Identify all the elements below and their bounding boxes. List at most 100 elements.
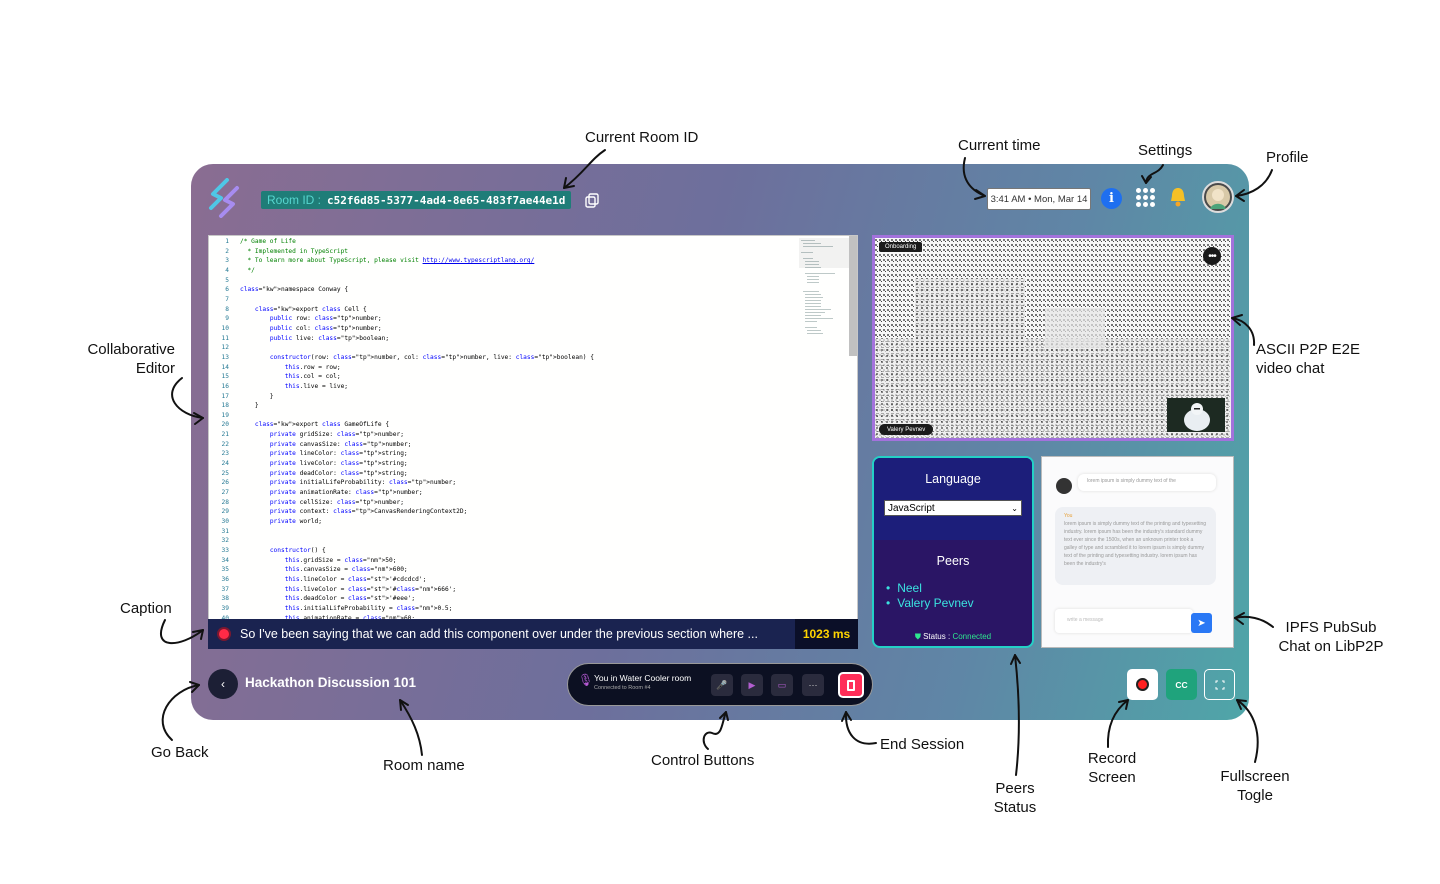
line-number: 16: [221, 382, 229, 390]
line-number: 8: [225, 305, 229, 313]
control-room-title: You in Water Cooler room: [594, 673, 692, 683]
code-line: constructor() {: [269, 547, 326, 554]
annotation-fullscreen-line2: Togle: [1237, 787, 1273, 804]
line-number: 31: [221, 527, 229, 535]
code-line: * Implemented in TypeScript: [240, 247, 349, 255]
send-icon[interactable]: ➤: [1191, 613, 1212, 633]
video-tag-top: Onboarding: [879, 242, 923, 252]
screen-share-icon[interactable]: ▭: [771, 674, 793, 696]
line-number: 11: [221, 334, 229, 342]
line-number: 15: [221, 373, 229, 381]
code-line: this.live = live;: [284, 382, 349, 390]
line-number-gutter: 1 2 3 4 5 6 7 8 9 10 11 12 13 14 15 16 17 18 19 20 21 22 23 24 2…: [209, 236, 229, 619]
annotation-settings: Settings: [1138, 142, 1193, 159]
peer-item: Valery Pevnev: [886, 596, 1032, 611]
line-number: 7: [225, 295, 229, 303]
chat-message-text: lorem ipsum is simply dummy text of the …: [1064, 521, 1207, 567]
connection-status: ⛊ Status : Connected: [874, 632, 1032, 642]
code-line: this.col = col;: [284, 373, 341, 381]
annotation-caption: Caption: [120, 600, 172, 617]
line-number: 27: [221, 489, 229, 497]
camera-toggle-icon[interactable]: ▶: [741, 674, 763, 696]
video-pip-thumbnail: [1167, 398, 1225, 432]
ascii-video-chat[interactable]: Onboarding ••• Valery Pevnev: [872, 235, 1234, 441]
chevron-down-icon: ⌄: [1011, 503, 1018, 513]
profile-avatar[interactable]: [1202, 181, 1234, 213]
live-caption-bar: So I've been saying that we can add this…: [208, 619, 858, 649]
code-line: private context: class="tp">CanvasRender…: [269, 508, 468, 516]
collaborative-editor[interactable]: 1 2 3 4 5 6 7 8 9 10 11 12 13 14 15 16 17 18 19 20 21 22 23 24 2…: [208, 235, 858, 620]
settings-grid-icon[interactable]: [1136, 188, 1155, 207]
line-number: 14: [221, 363, 229, 371]
annotation-fullscreen-line1: Fullscreen: [1220, 768, 1290, 785]
line-number: 2: [225, 247, 229, 255]
peers-heading: Peers: [936, 554, 970, 568]
control-room-subtitle: Connected to Room #4: [594, 685, 651, 691]
editor-scrollbar[interactable]: [849, 236, 857, 356]
line-number: 19: [221, 411, 229, 419]
record-screen-button[interactable]: [1127, 669, 1158, 700]
code-line: * To learn more about TypeScript, please…: [240, 257, 535, 265]
annotation-peers-status: Peers Status: [985, 779, 1045, 817]
code-line: this.row = row;: [284, 363, 341, 371]
annotation-record-screen: Record Screen: [1082, 749, 1142, 787]
line-number: 35: [221, 566, 229, 574]
fullscreen-toggle-button[interactable]: [1204, 669, 1235, 700]
go-back-button[interactable]: ‹: [208, 669, 238, 699]
line-number: 26: [221, 479, 229, 487]
code-line: this.liveColor = class="st">'#class="nm"…: [284, 585, 457, 593]
copy-icon[interactable]: [585, 193, 599, 208]
language-heading: Language: [925, 472, 981, 486]
record-icon: [1136, 678, 1149, 691]
annotation-ascii-line1: ASCII P2P E2E: [1256, 341, 1360, 358]
caption-text: So I've been saying that we can add this…: [240, 627, 758, 641]
line-number: 6: [225, 286, 229, 294]
line-number: 4: [225, 266, 229, 274]
annotation-control-buttons: Control Buttons: [651, 752, 755, 769]
line-number: 12: [221, 344, 229, 352]
code-line: private animationRate: class="tp">number…: [269, 489, 423, 497]
code-area[interactable]: /* Game of Life * Implemented in TypeScr…: [240, 236, 800, 619]
line-number: 20: [221, 421, 229, 429]
muted-mic-icon: 🎙: [578, 673, 594, 687]
code-line: private cellSize: class="tp">number;: [269, 498, 404, 506]
line-number: 10: [221, 324, 229, 332]
exit-icon: [847, 680, 855, 691]
bell-icon[interactable]: [1168, 186, 1188, 208]
annotation-ipfs-line2: Chat on LibP2P: [1278, 638, 1384, 655]
video-more-icon[interactable]: •••: [1203, 247, 1221, 265]
chat-avatar: [1056, 478, 1072, 494]
code-line: private liveColor: class="tp">string;: [269, 460, 408, 468]
line-number: 5: [225, 276, 229, 284]
code-line: class="kw">export class GameOfLife {: [254, 421, 390, 429]
annotation-record-line2: Screen: [1088, 769, 1136, 786]
more-options-icon[interactable]: ⋯: [802, 674, 824, 696]
editor-minimap[interactable]: [799, 238, 849, 338]
annotation-ipfs-chat: IPFS PubSub Chat on LibP2P: [1272, 618, 1390, 656]
code-line: /* Game of Life: [240, 238, 296, 245]
chat-message-incoming: lorem ipsum is simply dummy text of the: [1078, 474, 1216, 491]
end-session-button[interactable]: [838, 672, 864, 698]
closed-caption-button[interactable]: CC: [1166, 669, 1197, 700]
line-number: 37: [221, 585, 229, 593]
mic-toggle-icon[interactable]: 🎤: [711, 674, 733, 696]
code-line: public row: class="tp">number;: [269, 315, 382, 323]
chat-you-label: You: [1064, 513, 1073, 519]
status-value: Connected: [952, 632, 992, 641]
video-tag-bottom: Valery Pevnev: [879, 424, 934, 435]
language-select[interactable]: JavaScript ⌄: [884, 500, 1022, 516]
line-number: 25: [221, 469, 229, 477]
line-number: 33: [221, 547, 229, 554]
code-line: this.deadColor = class="st">'#eee';: [284, 595, 416, 603]
info-icon[interactable]: i: [1101, 188, 1122, 209]
recording-dot-icon: [219, 629, 229, 639]
chat-input[interactable]: write a message: [1055, 609, 1193, 633]
code-line: class="kw">namespace Conway {: [240, 286, 349, 294]
code-line: private deadColor: class="tp">string;: [269, 469, 408, 477]
language-peers-panel: Language JavaScript ⌄ Peers Neel Valery …: [872, 456, 1034, 648]
shield-icon: ⛊: [914, 632, 921, 641]
code-line: private gridSize: class="tp">number;: [269, 431, 404, 439]
